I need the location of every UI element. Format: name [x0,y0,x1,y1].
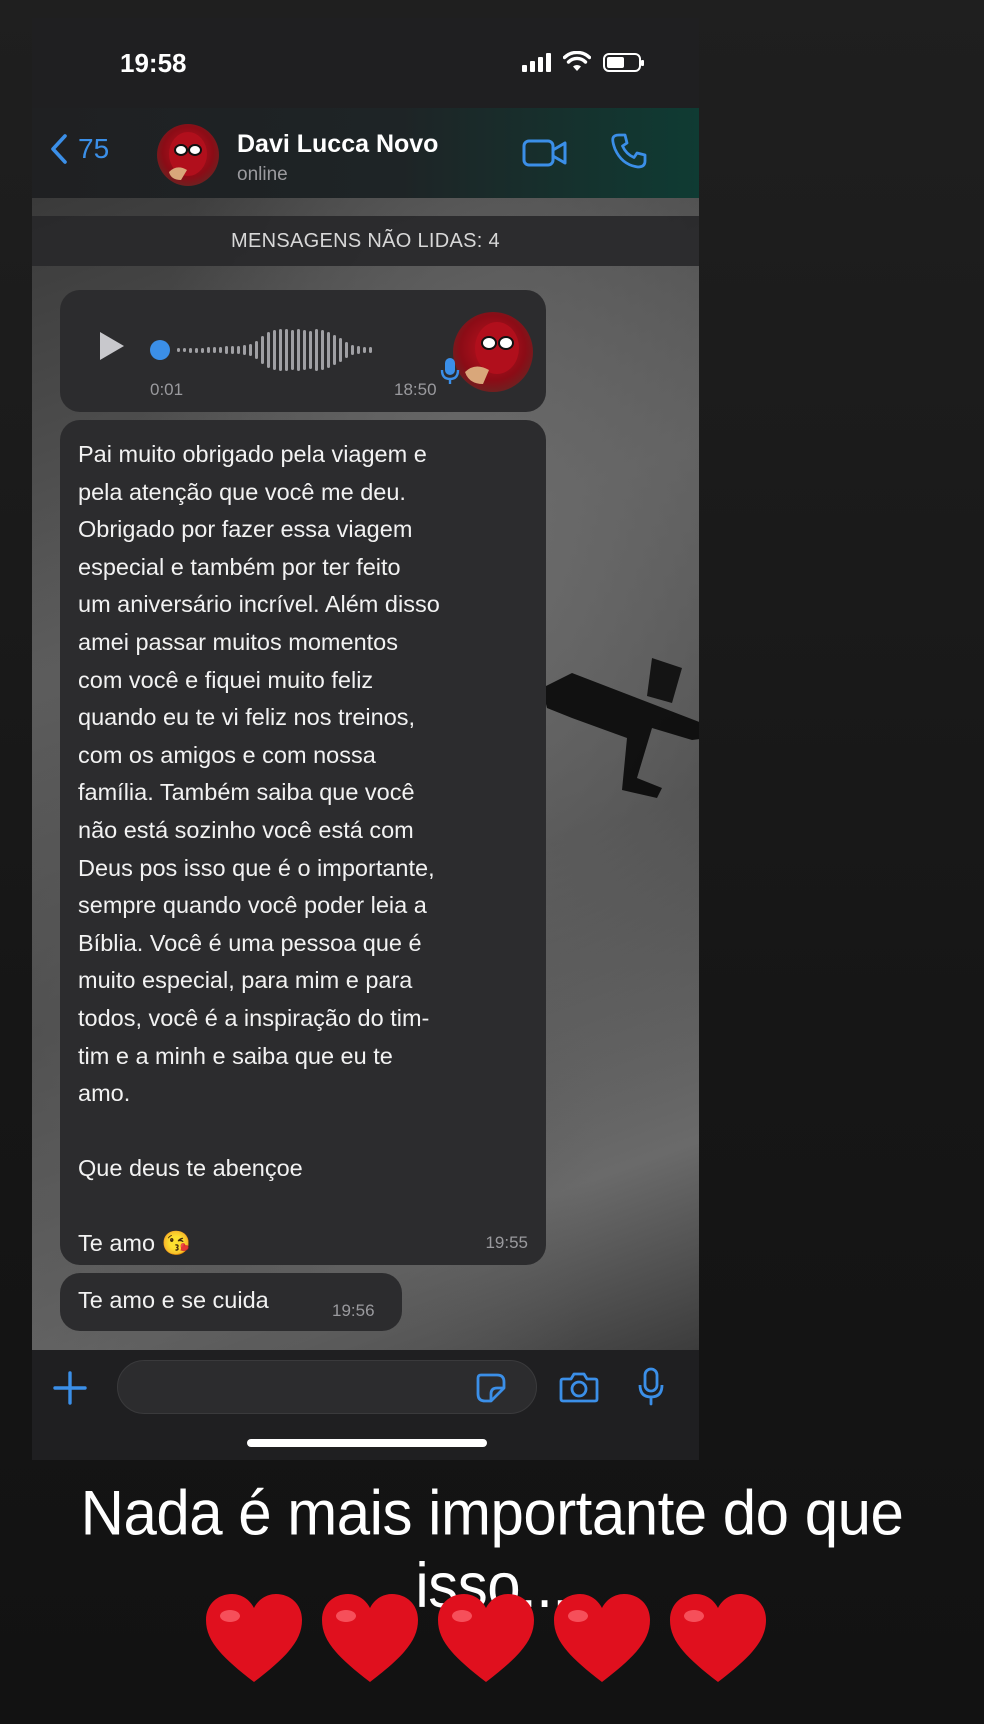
chat-header: 75 Davi Lucca Novo online [32,108,699,198]
heart-icon [670,1594,766,1682]
message-bubble[interactable]: Pai muito obrigado pela viagem e pela at… [60,420,546,1265]
status-bar: 19:58 [32,18,699,108]
message-timestamp: 19:56 [332,1301,375,1320]
heart-icon [554,1594,650,1682]
video-call-icon[interactable] [522,136,568,170]
play-icon[interactable] [98,330,126,362]
chevron-left-icon [51,134,67,164]
hearts-row [200,1590,772,1690]
home-indicator[interactable] [247,1439,487,1447]
chat-area[interactable]: MENSAGENS NÃO LIDAS: 4 0:01 18:50 Pai mu… [32,198,699,1350]
voice-message-bubble[interactable]: 0:01 18:50 [60,290,546,412]
wifi-icon [563,51,591,71]
status-time: 19:58 [120,48,187,78]
status-icons [522,51,644,73]
message-text: Pai muito obrigado pela viagem e pela at… [78,441,440,1257]
message-bubble[interactable]: Te amo e se cuida 19:56 [60,1273,402,1331]
message-text: Te amo e se cuida [78,1287,269,1313]
spiderman-avatar-icon [465,322,519,384]
heart-icon [206,1594,302,1682]
heart-icon [438,1594,534,1682]
message-input[interactable] [117,1360,537,1414]
cellular-signal-icon [522,52,551,72]
airplane-wallpaper-icon [542,658,699,798]
camera-icon[interactable] [559,1370,599,1404]
sticker-icon[interactable] [475,1372,507,1404]
voice-elapsed: 0:01 [150,380,184,399]
spiderman-avatar-icon [169,132,207,180]
phone-call-icon[interactable] [610,132,648,170]
voice-timestamp: 18:50 [394,380,437,399]
back-unread-count: 75 [78,133,110,164]
contact-avatar[interactable] [157,124,219,186]
heart-icon [322,1594,418,1682]
audio-waveform[interactable] [150,328,372,372]
microphone-icon[interactable] [637,1367,665,1407]
contact-status: online [237,164,288,185]
voice-sender-avatar [453,312,533,392]
plus-icon[interactable] [52,1370,88,1406]
microphone-icon [440,358,460,384]
battery-icon [603,52,644,72]
back-button[interactable]: 75 [46,132,109,166]
message-timestamp: 19:55 [485,1233,528,1252]
screenshot-frame: 19:58 75 Davi Lucca Novo online MENSAGEN… [32,18,699,1460]
playback-scrubber[interactable] [150,340,170,360]
unread-messages-banner: MENSAGENS NÃO LIDAS: 4 [32,216,699,266]
message-input-bar [32,1350,699,1460]
contact-name[interactable]: Davi Lucca Novo [237,130,438,159]
